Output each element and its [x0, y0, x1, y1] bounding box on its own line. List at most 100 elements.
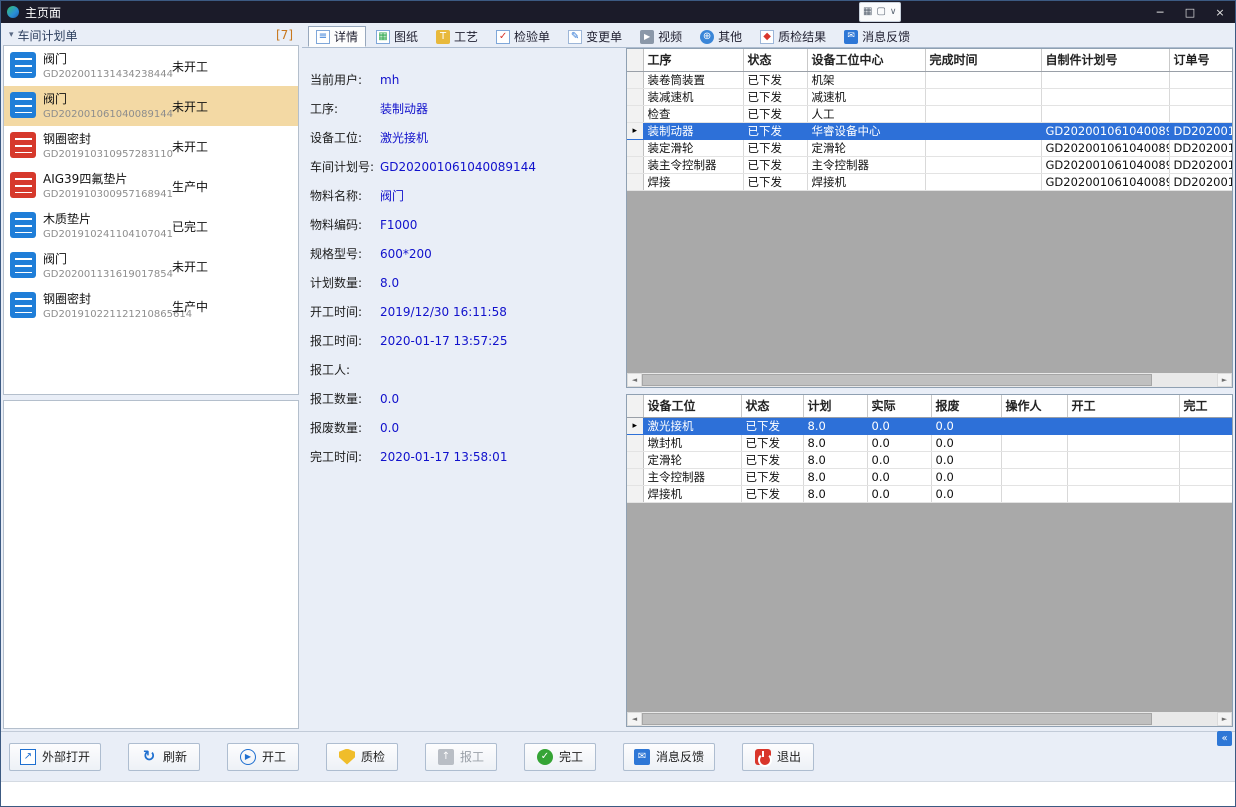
cell[interactable]: 已下发: [741, 434, 803, 451]
cell[interactable]: 0.0: [867, 485, 931, 502]
cell[interactable]: [925, 173, 1041, 190]
tab-drawing[interactable]: ▦ 图纸: [368, 26, 426, 47]
cell[interactable]: [1067, 485, 1179, 502]
cell[interactable]: 焊接机: [807, 173, 925, 190]
toolbar-button-start[interactable]: ▶ 开工: [227, 743, 299, 771]
column-header[interactable]: 设备工位中心: [807, 49, 925, 71]
plan-list-item[interactable]: 阀门 GD202001131434238444 未开工: [4, 46, 298, 86]
cell[interactable]: [1067, 434, 1179, 451]
column-header[interactable]: 状态: [741, 395, 803, 417]
cell[interactable]: DD20200102: [1169, 156, 1233, 173]
cell[interactable]: 焊接: [643, 173, 743, 190]
tab-craft[interactable]: T 工艺: [428, 26, 486, 47]
close-button[interactable]: ×: [1205, 1, 1235, 23]
table-row[interactable]: 墩封机已下发8.00.00.0: [627, 434, 1233, 451]
tab-other[interactable]: ⊕ 其他: [692, 26, 750, 47]
cell[interactable]: [925, 88, 1041, 105]
cell[interactable]: 0.0: [931, 434, 1001, 451]
cell[interactable]: [1041, 71, 1169, 88]
table-row[interactable]: 定滑轮已下发8.00.00.0: [627, 451, 1233, 468]
cell[interactable]: [1169, 71, 1233, 88]
cell[interactable]: DD20200102: [1169, 122, 1233, 139]
column-header[interactable]: 工序: [643, 49, 743, 71]
cell[interactable]: 激光接机: [643, 417, 741, 434]
cell[interactable]: 已下发: [743, 156, 807, 173]
cell[interactable]: [1169, 88, 1233, 105]
scrollbar-thumb[interactable]: [642, 713, 1152, 725]
cell[interactable]: 0.0: [867, 417, 931, 434]
cell[interactable]: [1179, 468, 1233, 485]
cell[interactable]: 8.0: [803, 417, 867, 434]
plan-list-item[interactable]: 钢圈密封 GD201910221121210865614 生产中: [4, 286, 298, 326]
cell[interactable]: 装定滑轮: [643, 139, 743, 156]
cell[interactable]: 定滑轮: [643, 451, 741, 468]
table-row[interactable]: 主令控制器已下发8.00.00.0: [627, 468, 1233, 485]
cell[interactable]: DD20200102: [1169, 139, 1233, 156]
cell[interactable]: [1001, 451, 1067, 468]
cell[interactable]: 0.0: [931, 485, 1001, 502]
cell[interactable]: 8.0: [803, 468, 867, 485]
plan-list-item[interactable]: 阀门 GD202001061040089144 未开工: [4, 86, 298, 126]
plan-list-item[interactable]: 木质垫片 GD201910241104107041 已完工: [4, 206, 298, 246]
cell[interactable]: GD202001061040089144: [1041, 122, 1169, 139]
cell[interactable]: 0.0: [931, 451, 1001, 468]
cell[interactable]: [925, 105, 1041, 122]
scroll-left-icon[interactable]: ◄: [627, 373, 642, 387]
cell[interactable]: 定滑轮: [807, 139, 925, 156]
chevron-down-icon[interactable]: ∨: [890, 8, 897, 17]
toolbar-button-qc[interactable]: 质检: [326, 743, 398, 771]
table-row[interactable]: 检查已下发人工: [627, 105, 1233, 122]
cell[interactable]: 已下发: [743, 173, 807, 190]
scroll-right-icon[interactable]: ►: [1217, 712, 1232, 726]
cell[interactable]: [925, 139, 1041, 156]
toolbar-button-finish[interactable]: ✓ 完工: [524, 743, 596, 771]
cell[interactable]: [1179, 434, 1233, 451]
cell[interactable]: 已下发: [741, 468, 803, 485]
cell[interactable]: 0.0: [867, 451, 931, 468]
cell[interactable]: [1179, 417, 1233, 434]
column-header[interactable]: 报废: [931, 395, 1001, 417]
tab-qc-result[interactable]: ◆ 质检结果: [752, 26, 834, 47]
cell[interactable]: 装制动器: [643, 122, 743, 139]
cell[interactable]: GD202001061040089144: [1041, 139, 1169, 156]
cell[interactable]: 已下发: [741, 485, 803, 502]
plan-list-item[interactable]: AIG39四氟垫片 GD201910300957168941 生产中: [4, 166, 298, 206]
cell[interactable]: [1067, 468, 1179, 485]
table-row[interactable]: 装卷筒装置已下发机架: [627, 71, 1233, 88]
cell[interactable]: 8.0: [803, 434, 867, 451]
column-header[interactable]: 状态: [743, 49, 807, 71]
toolbar-button-exit[interactable]: 退出: [742, 743, 814, 771]
table-row[interactable]: 装定滑轮已下发定滑轮 GD202001061040089144DD20200102: [627, 139, 1233, 156]
tab-video[interactable]: ▶ 视频: [632, 26, 690, 47]
process-table-hscrollbar[interactable]: ◄ ►: [627, 373, 1232, 387]
cell[interactable]: [925, 156, 1041, 173]
tab-inspection[interactable]: ✓ 检验单: [488, 26, 558, 47]
cell[interactable]: 装卷筒装置: [643, 71, 743, 88]
column-header[interactable]: 完成时间: [925, 49, 1041, 71]
cell[interactable]: [1041, 88, 1169, 105]
cell[interactable]: [925, 71, 1041, 88]
cell[interactable]: [1067, 417, 1179, 434]
cell[interactable]: 已下发: [743, 71, 807, 88]
tab-change[interactable]: ✎ 变更单: [560, 26, 630, 47]
cell[interactable]: 机架: [807, 71, 925, 88]
cell[interactable]: 已下发: [743, 139, 807, 156]
minimize-button[interactable]: ─: [1145, 1, 1175, 23]
plan-list-item[interactable]: 阀门 GD202001131619017854 未开工: [4, 246, 298, 286]
table-row[interactable]: ▸激光接机已下发8.00.00.0: [627, 417, 1233, 434]
cell[interactable]: 装减速机: [643, 88, 743, 105]
station-table-hscrollbar[interactable]: ◄ ►: [627, 712, 1232, 726]
cell[interactable]: 主令控制器: [643, 468, 741, 485]
cell[interactable]: 8.0: [803, 485, 867, 502]
cell[interactable]: [1001, 468, 1067, 485]
tab-feedback[interactable]: ✉ 消息反馈: [836, 26, 918, 47]
cell[interactable]: 已下发: [743, 105, 807, 122]
column-header[interactable]: 完工: [1179, 395, 1233, 417]
maximize-button[interactable]: □: [1175, 1, 1205, 23]
cell[interactable]: 检查: [643, 105, 743, 122]
column-header[interactable]: 自制件计划号: [1041, 49, 1169, 71]
sidebar-header[interactable]: ▾ 车间计划单 [7]: [3, 25, 299, 45]
grid-layout-icon[interactable]: ▦: [863, 7, 872, 17]
column-header[interactable]: 订单号: [1169, 49, 1233, 71]
cell[interactable]: 8.0: [803, 451, 867, 468]
